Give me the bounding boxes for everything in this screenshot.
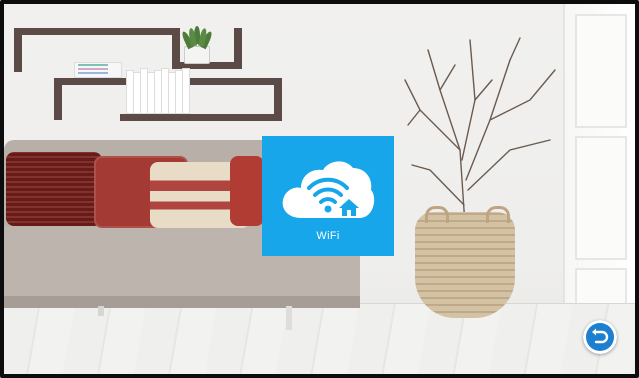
home-screen: WiFi [0,0,639,378]
back-button[interactable] [583,320,617,354]
back-arrow-icon [592,328,609,344]
wifi-app-label: WiFi [316,230,340,242]
wifi-cloud-home-icon [282,161,375,218]
wifi-app-tile[interactable]: WiFi [262,136,394,256]
window [563,4,635,344]
